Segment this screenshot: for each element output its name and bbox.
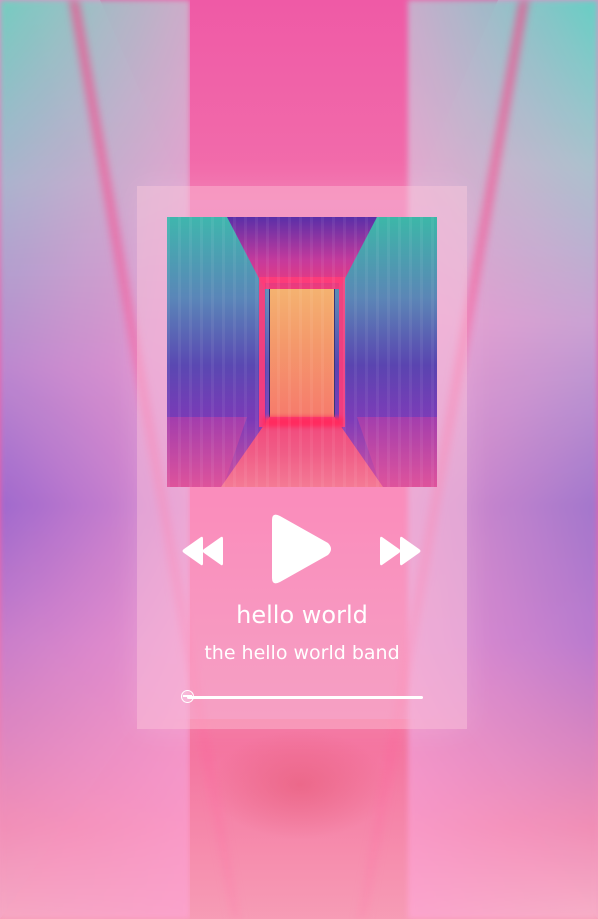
previous-button[interactable] bbox=[181, 534, 225, 568]
music-player-card: hello world the hello world band bbox=[137, 186, 467, 729]
progress-thumb[interactable] bbox=[181, 690, 194, 703]
play-button[interactable] bbox=[268, 512, 334, 586]
rewind-icon bbox=[182, 536, 223, 566]
progress-bar[interactable] bbox=[181, 688, 423, 708]
album-cover bbox=[167, 217, 437, 487]
playback-controls bbox=[137, 512, 467, 588]
fast-forward-icon bbox=[380, 536, 421, 566]
artist-name: the hello world band bbox=[204, 642, 400, 664]
song-title: hello world bbox=[236, 601, 368, 629]
progress-track[interactable] bbox=[187, 696, 423, 699]
next-button[interactable] bbox=[378, 534, 422, 568]
play-icon bbox=[272, 514, 331, 584]
